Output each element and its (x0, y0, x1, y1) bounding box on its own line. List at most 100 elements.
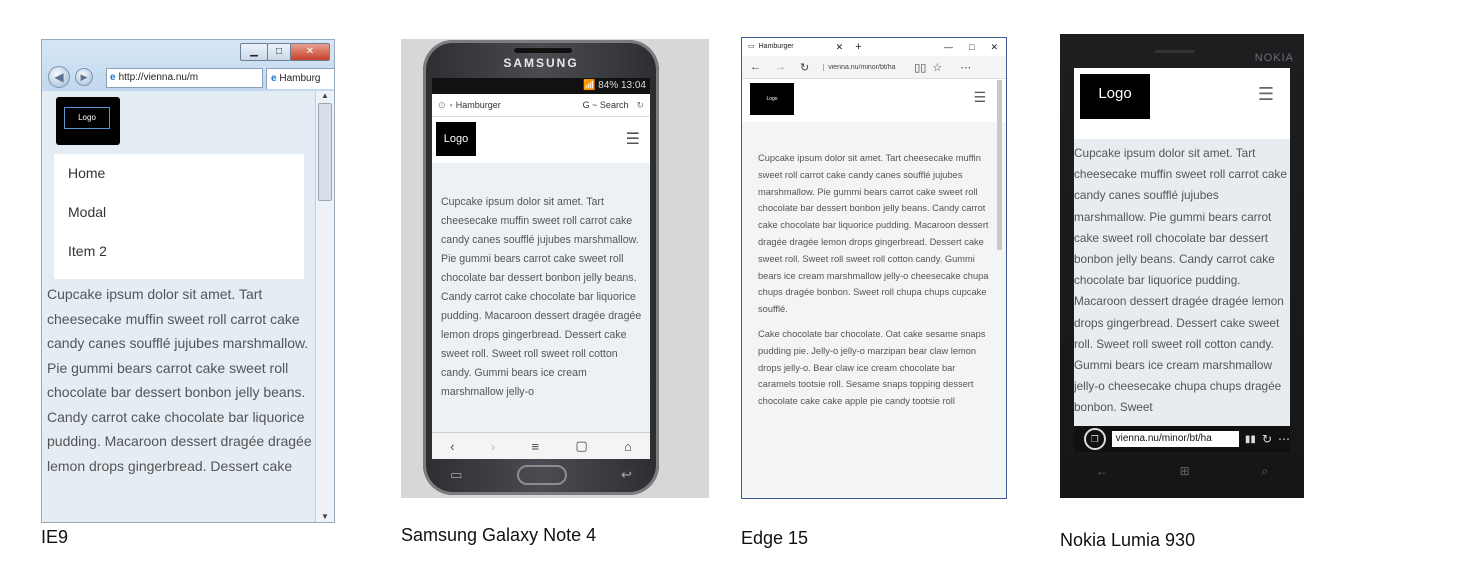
tabs-icon[interactable]: ❐ (1084, 428, 1106, 450)
back-icon[interactable]: ← (1096, 464, 1108, 479)
back-button[interactable]: ◀ (48, 66, 70, 88)
settings-icon[interactable]: ⊙ (438, 94, 446, 116)
maximize-icon[interactable]: □ (969, 38, 974, 56)
windows-start-icon[interactable]: ⊞ (1180, 464, 1190, 479)
search-engine-label[interactable]: G ~ Search (583, 94, 629, 116)
ie9-screenshot: ▁ □ ✕ ◀ ▶ e http://vienna.nu/m e Hamburg … (41, 39, 335, 523)
hamburger-menu-icon[interactable]: ☰ (1258, 84, 1274, 105)
ie9-page: Logo Home Modal Item 2 Cupcake ipsum dol… (42, 91, 314, 522)
ie-logo-icon: e (110, 72, 116, 83)
body-text: Cupcake ipsum dolor sit amet. Tart chees… (742, 122, 1006, 410)
site-logo[interactable]: Logo (750, 83, 794, 115)
scroll-down-arrow-icon[interactable]: ▼ (316, 512, 334, 522)
paragraph-2: Cake chocolate bar chocolate. Oat cake s… (758, 328, 986, 407)
forward-arrow-icon[interactable]: › (491, 439, 495, 454)
minimize-button[interactable]: ▁ (240, 43, 268, 61)
minimize-icon[interactable]: — (944, 38, 953, 56)
paragraph-1: Cupcake ipsum dolor sit amet. Tart chees… (758, 153, 989, 315)
refresh-icon[interactable]: ↻ (636, 94, 644, 116)
reading-view-icon[interactable]: ▯▯ (914, 61, 926, 74)
close-button[interactable]: ✕ (290, 43, 330, 61)
phone-screen: 📶 84% 13:04 ⊙ ▪ Hamburger G ~ Search ↻ L… (432, 78, 650, 459)
signal-icon: 📶 (582, 80, 599, 91)
phone-screen: Logo ☰ Cupcake ipsum dolor sit amet. Tar… (1074, 68, 1290, 452)
tab-title: Hamburger (455, 100, 501, 110)
refresh-icon[interactable]: ↻ (1262, 432, 1272, 446)
new-tab-icon[interactable]: + (855, 38, 861, 56)
tab-page-icon: ▭ (748, 43, 755, 50)
lock-icon: ▪ (449, 100, 453, 110)
site-logo[interactable]: Logo (1080, 74, 1150, 119)
ie9-browser-chrome: ▁ □ ✕ ◀ ▶ e http://vienna.nu/m e Hamburg (42, 40, 334, 91)
nokia-screenshot: NOKIA Logo ☰ Cupcake ipsum dolor sit ame… (1060, 34, 1304, 498)
back-arrow-icon[interactable]: ‹ (450, 439, 454, 454)
site-logo[interactable]: Logo (56, 97, 120, 145)
hamburger-menu-icon[interactable]: ☰ (973, 89, 986, 106)
refresh-icon[interactable]: ↻ (800, 61, 809, 74)
address-bar[interactable]: e http://vienna.nu/m (106, 68, 263, 88)
hardware-keys: ← ⊞ ⌕ (1060, 464, 1304, 479)
logo-image-placeholder: Logo (64, 107, 110, 129)
nav-menu: Home Modal Item 2 (54, 154, 304, 279)
favorite-star-icon[interactable]: ☆ (932, 61, 942, 74)
address-field[interactable]: vienna.nu/minor/bt/ha (1111, 431, 1239, 447)
browser-url-bar[interactable]: ⊙ ▪ Hamburger G ~ Search ↻ (432, 94, 650, 117)
home-icon[interactable]: ⌂ (624, 439, 632, 454)
address-url: http://vienna.nu/m (118, 72, 199, 83)
window-controls: ▁ □ ✕ (240, 43, 330, 61)
phone-brand: NOKIA (1254, 52, 1294, 64)
home-button[interactable] (516, 465, 567, 485)
edge-nav-bar: ← → ↻ vienna.nu/minor/bt/ha ▯▯ ☆ ⋯ (742, 56, 1006, 79)
scroll-thumb[interactable] (318, 103, 332, 201)
phone-brand: SAMSUNG (503, 56, 579, 70)
body-text: Cupcake ipsum dolor sit amet. Tart chees… (441, 196, 642, 398)
back-arrow-icon[interactable]: ← (750, 61, 761, 73)
body-text: Cupcake ipsum dolor sit amet. Tart chees… (47, 286, 312, 474)
vertical-scrollbar[interactable] (997, 80, 1002, 250)
tab-title: Hamburg (279, 73, 321, 84)
hamburger-menu-icon[interactable]: ☰ (626, 129, 640, 149)
vertical-scrollbar[interactable]: ▲ ▼ (315, 91, 334, 522)
browser-address-bar: ❐ vienna.nu/minor/bt/ha ▮▮ ↻ ⋯ (1074, 426, 1290, 452)
hardware-buttons: ▭ ↩ (423, 465, 659, 485)
menu-item-item-2[interactable]: Item 2 (54, 232, 304, 271)
tabs-icon[interactable]: ▢ (575, 438, 587, 454)
menu-item-modal[interactable]: Modal (54, 193, 304, 232)
browser-tab[interactable]: e Hamburg (266, 68, 334, 89)
tab-close-icon[interactable]: ✕ (836, 38, 844, 56)
ie-logo-icon: e (271, 73, 277, 84)
menu-icon[interactable]: ≡ (531, 439, 539, 454)
caption-samsung: Samsung Galaxy Note 4 (401, 525, 597, 545)
status-time: 84% 13:04 (598, 80, 646, 91)
edge-title-bar: ▭ Hamburger ✕ + — □ ✕ (742, 38, 1006, 56)
more-icon[interactable]: ⋯ (1278, 432, 1290, 446)
recent-apps-icon[interactable]: ▭ (450, 467, 462, 483)
status-bar: 📶 84% 13:04 (432, 78, 650, 94)
tab-title[interactable]: Hamburger (759, 38, 794, 56)
caption-edge: Edge 15 (741, 528, 809, 548)
reading-view-icon[interactable]: ▮▮ (1245, 434, 1256, 445)
speaker-grille (514, 48, 572, 53)
close-icon[interactable]: ✕ (990, 38, 998, 56)
site-logo[interactable]: Logo (436, 122, 476, 156)
caption-nokia: Nokia Lumia 930 (1060, 530, 1196, 550)
edge-screenshot: ▭ Hamburger ✕ + — □ ✕ ← → ↻ vienna.nu/mi… (741, 37, 1007, 499)
browser-toolbar: ‹ › ≡ ▢ ⌂ (432, 432, 650, 459)
earpiece (1155, 50, 1195, 53)
back-icon[interactable]: ↩ (621, 467, 632, 483)
body-text: Cupcake ipsum dolor sit amet. Tart chees… (1074, 146, 1287, 415)
maximize-button[interactable]: □ (267, 43, 291, 61)
search-icon[interactable]: ⌕ (1261, 464, 1268, 479)
site-header: Logo ☰ (1074, 68, 1290, 139)
menu-item-home[interactable]: Home (54, 154, 304, 193)
more-icon[interactable]: ⋯ (960, 61, 971, 74)
forward-button[interactable]: ▶ (75, 68, 93, 86)
phone-body: SAMSUNG 📶 84% 13:04 ⊙ ▪ Hamburger G ~ Se… (423, 40, 659, 495)
scroll-up-arrow-icon[interactable]: ▲ (316, 91, 334, 101)
forward-arrow-icon[interactable]: → (775, 61, 786, 73)
site-header: Logo ☰ (432, 117, 650, 163)
caption-ie9: IE9 (41, 527, 69, 547)
address-bar[interactable]: vienna.nu/minor/bt/ha (823, 63, 910, 71)
samsung-screenshot: SAMSUNG 📶 84% 13:04 ⊙ ▪ Hamburger G ~ Se… (401, 39, 709, 498)
site-header: Logo ☰ (742, 79, 1006, 122)
